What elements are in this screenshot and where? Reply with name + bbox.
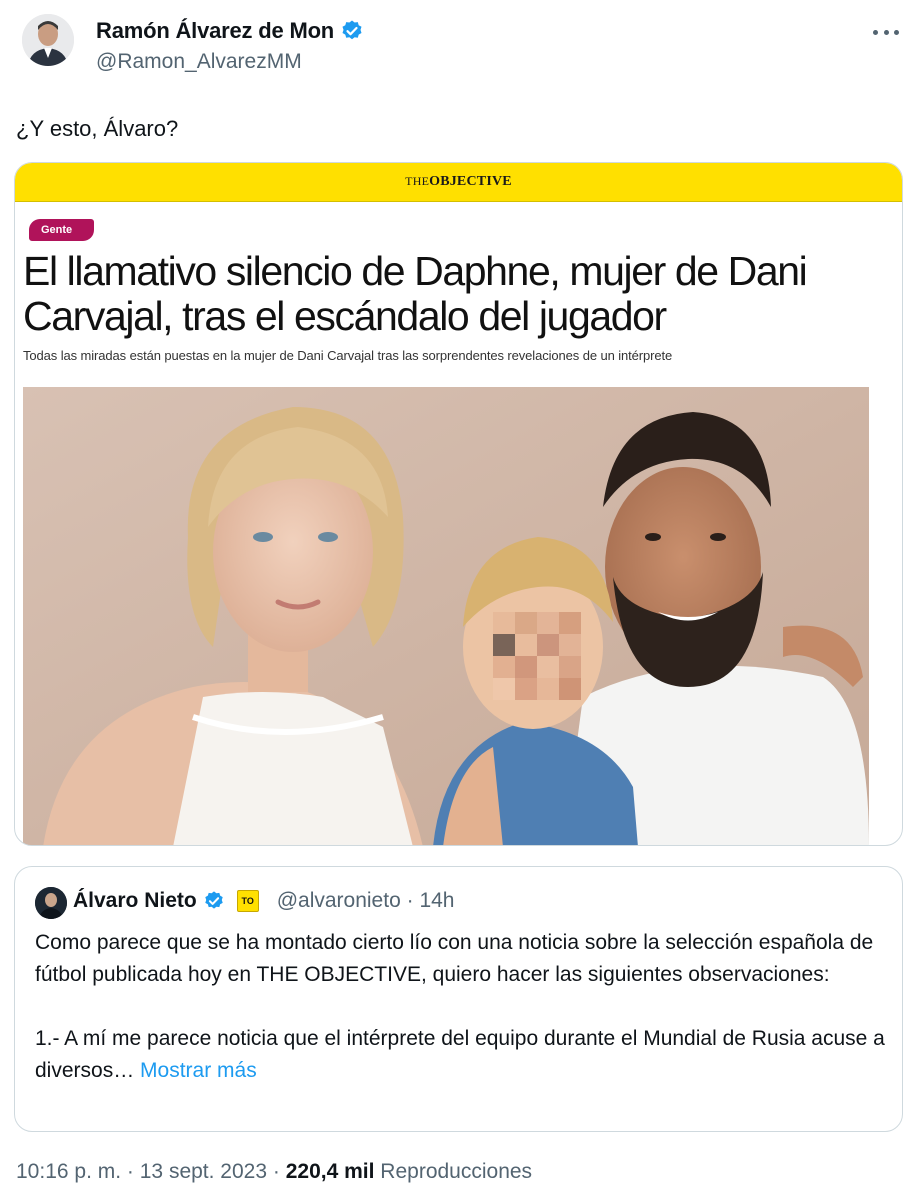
brand-bar: THEOBJECTIVE (15, 163, 902, 202)
tweet-text: ¿Y esto, Álvaro? (16, 116, 179, 141)
brand-logo: THEOBJECTIVE (405, 174, 512, 189)
tweet-time[interactable]: 10:16 p. m. (16, 1160, 121, 1183)
dot-icon (873, 29, 878, 35)
article-photo (23, 387, 869, 845)
article-subhead: Todas las miradas están puestas en la mu… (23, 348, 673, 363)
quoted-tweet-body: Como parece que se ha montado cierto lío… (35, 927, 895, 1087)
quoted-author-handle[interactable]: @alvaronieto (277, 889, 401, 912)
quoted-author-header: Álvaro Nieto TO @alvaronieto · 14h (73, 889, 455, 913)
verified-badge-icon (342, 20, 362, 40)
article-image-card[interactable]: THEOBJECTIVE Gente El llamativo silencio… (14, 162, 903, 846)
author-name-text[interactable]: Ramón Álvarez de Mon (96, 18, 334, 44)
views-label: Reproducciones (380, 1160, 533, 1183)
view-count: 220,4 mil (285, 1160, 375, 1183)
quoted-author-avatar[interactable] (35, 887, 67, 919)
footer-separator: · (126, 1160, 134, 1183)
footer-separator: · (272, 1160, 280, 1183)
author-handle[interactable]: @Ramon_AlvarezMM (96, 50, 302, 74)
dot-icon (894, 29, 899, 35)
author-name[interactable]: Ramón Álvarez de Mon (96, 18, 364, 44)
quoted-author-name[interactable]: Álvaro Nieto (73, 889, 197, 913)
meta-separator: · (406, 889, 414, 912)
author-avatar[interactable] (22, 14, 74, 66)
org-affiliation-badge[interactable]: TO (236, 890, 259, 912)
more-options-button[interactable] (870, 20, 902, 44)
quoted-tweet[interactable]: Álvaro Nieto TO @alvaronieto · 14h Como … (14, 866, 903, 1132)
quoted-author-meta: @alvaronieto · 14h (277, 889, 455, 913)
tweet-date[interactable]: 13 sept. 2023 (140, 1160, 267, 1183)
section-tag: Gente (29, 219, 95, 241)
quoted-paragraph-2: 1.- A mí me parece noticia que el intérp… (35, 1023, 895, 1087)
show-more-link[interactable]: Mostrar más (140, 1059, 257, 1082)
verified-badge-icon (204, 891, 223, 909)
dot-icon (883, 29, 889, 35)
quoted-tweet-time[interactable]: 14h (419, 889, 454, 912)
quoted-paragraph-1: Como parece que se ha montado cierto lío… (35, 931, 874, 986)
tweet-footer: 10:16 p. m. · 13 sept. 2023 · 220,4 mil … (16, 1160, 532, 1184)
article-headline: El llamativo silencio de Daphne, mujer d… (23, 248, 808, 339)
